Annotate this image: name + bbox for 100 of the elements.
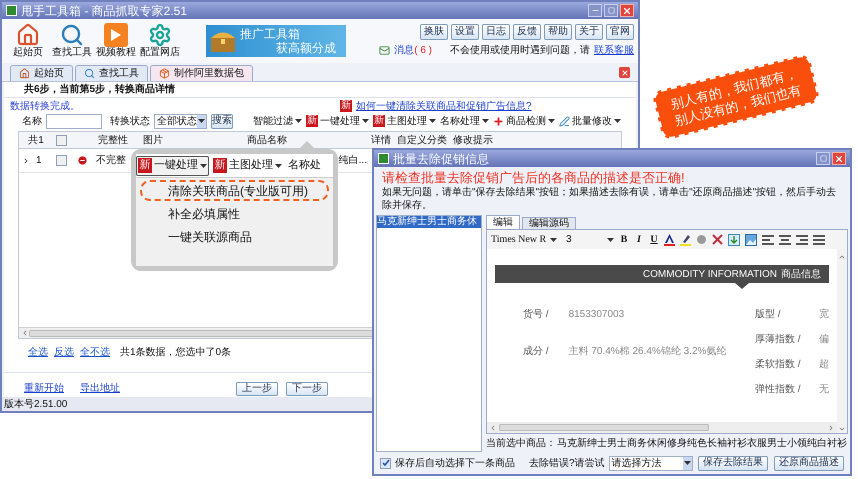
method-select[interactable]: 请选择方法 (608, 456, 693, 470)
format-button[interactable]: B (619, 232, 629, 247)
toolbar-button[interactable]: 配置网店 (138, 23, 182, 59)
tab[interactable]: 起始页 (10, 65, 73, 81)
column-header: 自定义分类 (397, 134, 447, 148)
plus-cross-icon (493, 116, 504, 126)
warning-text: 请检查批量去除促销广告后的各商品的描述是否正确! (381, 169, 686, 186)
checkbox-label: 保存后自动选择下一条商品 (395, 456, 515, 470)
maximize-icon (820, 155, 826, 162)
action-menu[interactable]: 名称处理 (440, 114, 480, 128)
home-icon (16, 23, 40, 47)
selection-summary: 共1条数据，您选中了0条 (120, 346, 232, 360)
maximize-button[interactable] (816, 152, 830, 165)
header-button[interactable]: 关于 (575, 24, 603, 40)
highlighter-icon[interactable] (680, 234, 691, 246)
select-link[interactable]: 全选 (28, 345, 48, 360)
header-button[interactable]: 帮助 (544, 24, 572, 40)
status-select[interactable]: 全部状态 (154, 114, 207, 128)
footer-link[interactable]: 重新开始 (24, 381, 64, 396)
select-link[interactable]: 反选 (54, 345, 74, 360)
menu-item[interactable]: 一键关联源商品 (140, 226, 329, 247)
spec-value: 超 (819, 358, 829, 372)
select-link[interactable]: 全不选 (80, 345, 110, 360)
caret-icon (362, 119, 369, 123)
column-header: 修改提示 (453, 134, 493, 148)
banner-text: 推广工具箱 (240, 27, 301, 41)
close-tab-button[interactable] (619, 67, 630, 78)
header-button[interactable]: 官网 (606, 24, 634, 40)
maximize-button[interactable] (604, 4, 618, 17)
header-button[interactable]: 换肤 (420, 24, 448, 40)
help-link[interactable]: 如何一键清除关联商品和促销广告信息? (356, 98, 532, 114)
image-icon[interactable] (728, 234, 740, 246)
step-button[interactable]: 上一步 (236, 382, 278, 396)
toolbar-button[interactable]: 视频教程 (94, 23, 138, 59)
header-text: 商品信息 (781, 268, 821, 282)
caret-icon (684, 461, 691, 465)
message-icon (379, 45, 390, 56)
caret-icon (548, 119, 555, 123)
name-input-field[interactable] (46, 114, 102, 128)
header-button[interactable]: 日志 (482, 24, 510, 40)
edit-icon (559, 116, 570, 126)
action-menu[interactable]: 批量修改 (572, 114, 612, 128)
action-menu[interactable]: 一键处理 (320, 114, 360, 128)
message-link[interactable]: 消息( 6 ) (394, 43, 432, 58)
editor-tab[interactable]: 编辑 (486, 215, 520, 229)
play-icon (104, 23, 128, 47)
caret-icon (482, 119, 489, 123)
align-icons-drawing[interactable] (762, 234, 828, 244)
dialog-title: 批量去除促销信息 (393, 152, 489, 164)
footer-link[interactable]: 导出地址 (80, 381, 120, 396)
menu-item[interactable]: 补全必填属性 (140, 203, 329, 224)
action-menu-button[interactable]: 新 主图处理 (211, 156, 284, 176)
new-tag: 新 (213, 158, 227, 173)
close-icon (620, 68, 628, 76)
tab[interactable]: 查找工具 (75, 65, 148, 81)
instructions-text: 如果无问题，请单击"保存去除结果"按钮；如果描述去除有误，请单击"还原商品描述"按钮，然后手动去除并保存。 (381, 186, 838, 212)
toolbar-button[interactable]: 起始页 (6, 23, 50, 59)
list-item[interactable]: 马克新绅士男士商务休 (377, 216, 481, 228)
dialog-button[interactable]: 还原商品描述 (774, 456, 844, 470)
checkbox[interactable] (56, 155, 66, 166)
header-button[interactable]: 反馈 (513, 24, 541, 40)
table-cell-text: 纯白... (338, 154, 368, 168)
picture-icon[interactable] (745, 234, 757, 246)
size-select[interactable]: 3 (566, 232, 614, 247)
checkbox[interactable] (380, 458, 391, 468)
action-menu[interactable]: 主图处理 (387, 114, 427, 128)
format-button[interactable]: I (634, 232, 644, 247)
unlink-icon[interactable] (712, 234, 723, 245)
column-header: 图片 (143, 134, 163, 148)
search-button[interactable]: 搜索 (211, 114, 233, 128)
caret-icon (429, 119, 436, 123)
dialog-button[interactable]: 保存去除结果 (698, 456, 768, 470)
toolbar-button[interactable]: 查找工具 (50, 23, 94, 59)
close-icon (622, 6, 632, 16)
contact-link[interactable]: 联系客服 (594, 43, 634, 58)
editor-tab[interactable]: 编辑源码 (522, 217, 576, 229)
checkbox[interactable] (56, 134, 66, 146)
status-link[interactable]: 数据转换完成。 (10, 98, 80, 114)
format-button[interactable]: U (649, 232, 659, 247)
banner-text: 获高额分成 (275, 41, 336, 55)
close-button[interactable] (620, 4, 634, 17)
font-color-icon[interactable] (664, 234, 675, 246)
action-menu-button[interactable]: 新 一键处理 (136, 156, 209, 176)
tab[interactable]: 制作阿里数据包 (150, 65, 253, 81)
action-menu[interactable]: 智能过滤 (253, 114, 293, 128)
current-product-label: 当前选中商品： (486, 436, 556, 450)
column-header: 详情 (371, 134, 391, 148)
vertical-scrollbar[interactable] (837, 249, 847, 433)
menu-item[interactable]: 清除关联商品(专业版可用) (140, 180, 329, 201)
horizontal-scrollbar[interactable] (487, 422, 837, 433)
font-select[interactable]: Times New R (491, 232, 561, 247)
action-menu-button[interactable]: 名称处 (286, 156, 323, 176)
header-button[interactable]: 设置 (451, 24, 479, 40)
home-icon (19, 68, 30, 79)
step-button[interactable]: 下一步 (286, 382, 328, 396)
minimize-button[interactable] (588, 4, 602, 17)
spec-value: 偏 (819, 333, 829, 347)
caret-icon (200, 164, 207, 168)
close-button[interactable] (832, 152, 846, 165)
action-menu[interactable]: 商品检测 (506, 114, 546, 128)
